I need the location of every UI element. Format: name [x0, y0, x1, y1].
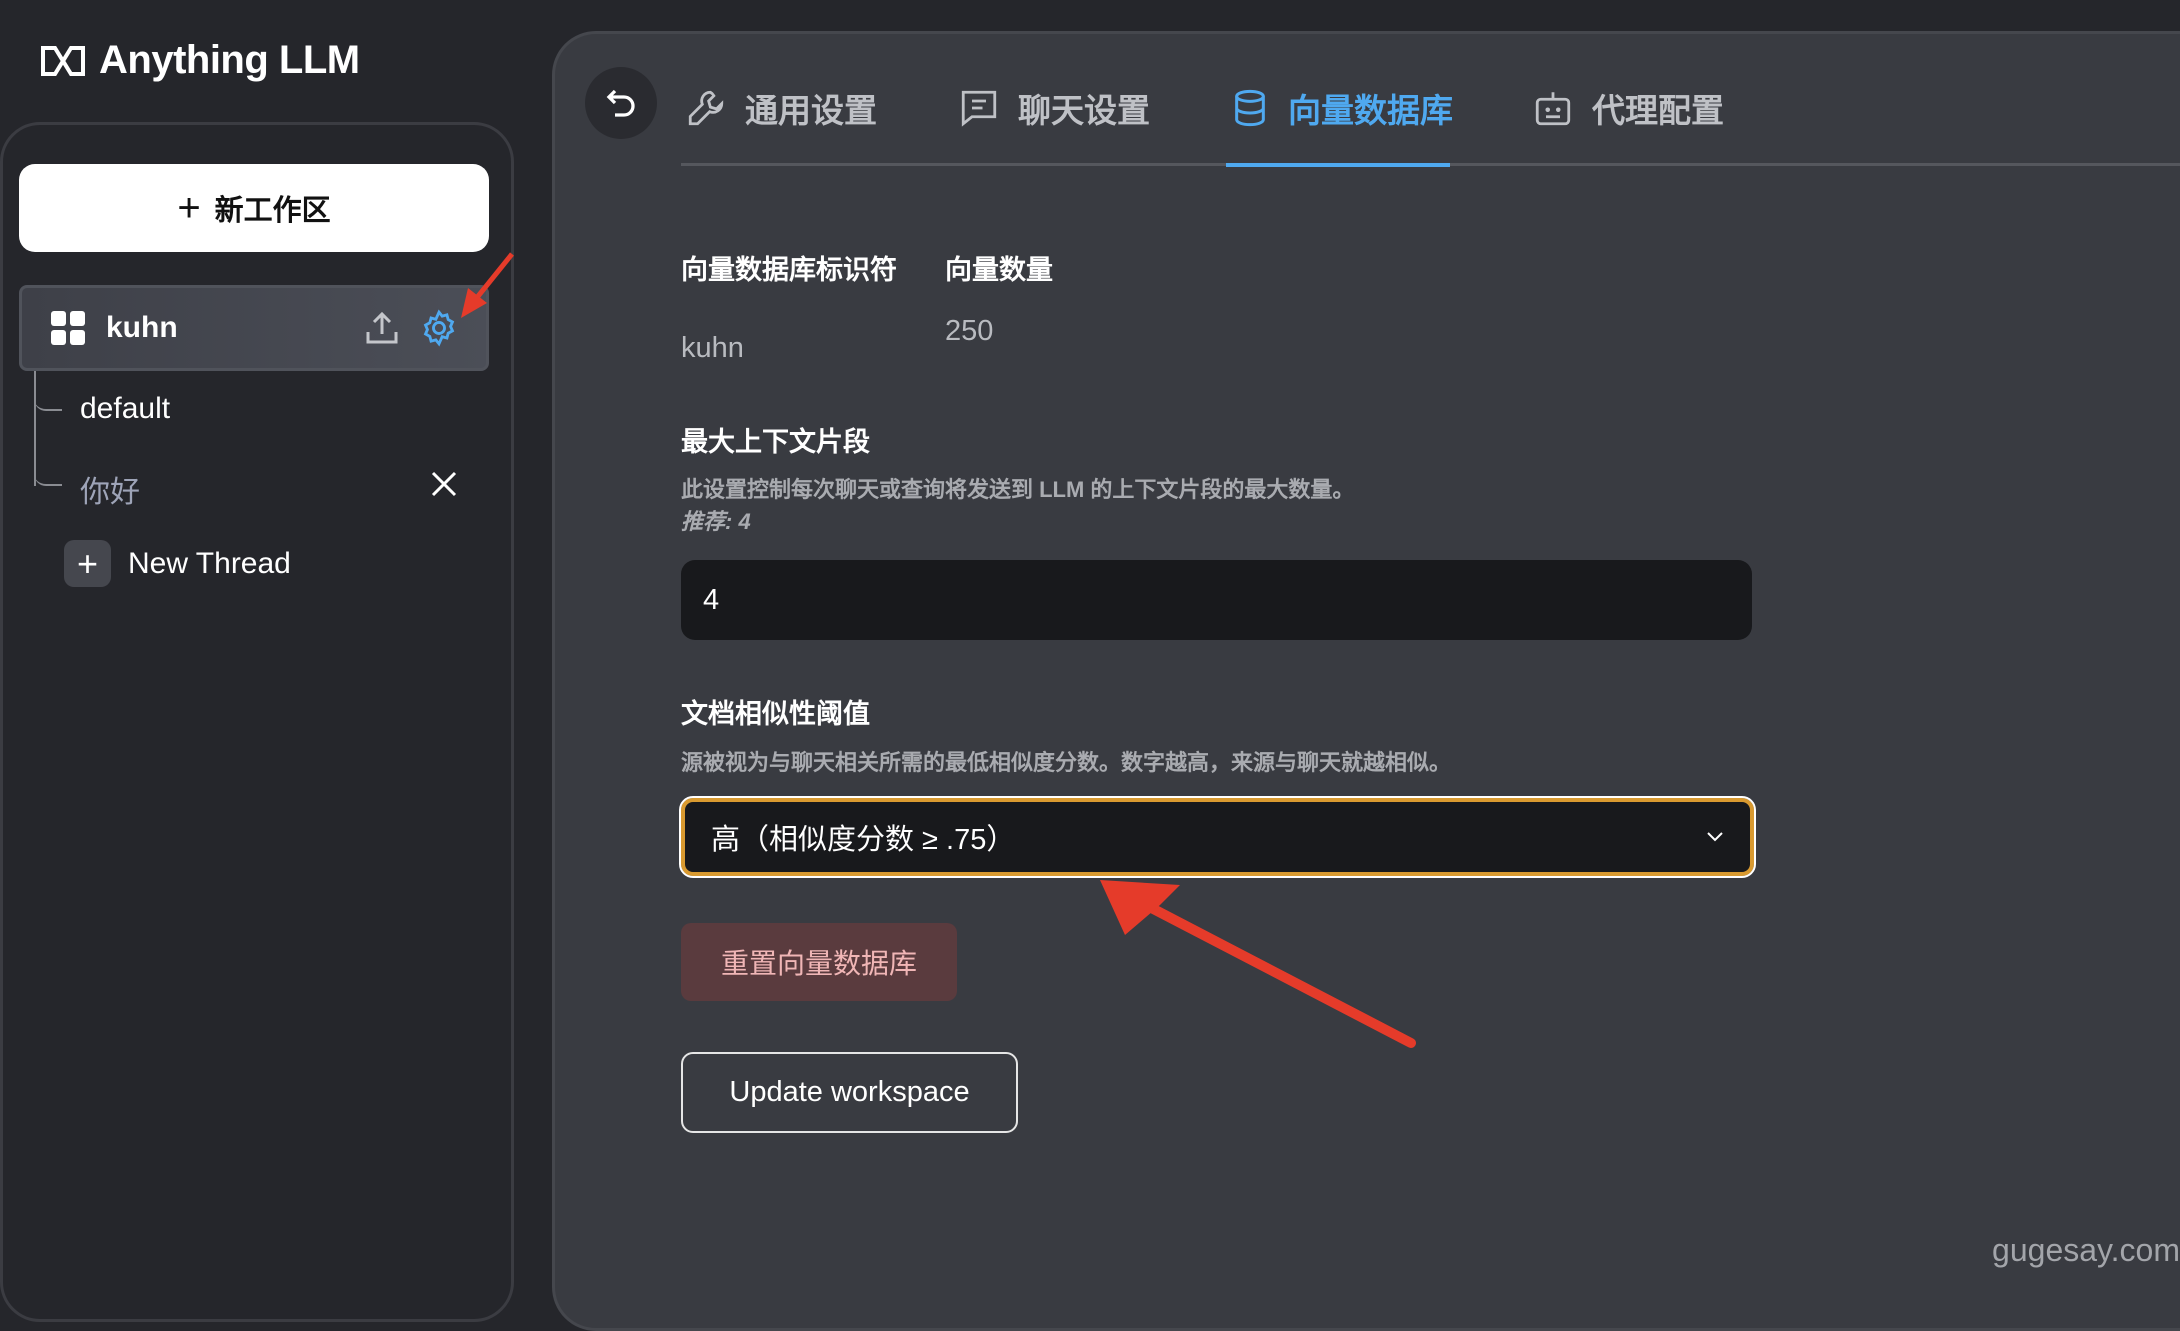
similarity-threshold-select[interactable]: 高（相似度分数 ≥ .75）: [679, 796, 1756, 878]
grid-icon: [51, 311, 85, 345]
logo-icon: [41, 45, 85, 76]
plus-icon: +: [177, 185, 201, 230]
new-thread-plus-icon[interactable]: +: [64, 540, 111, 587]
close-icon[interactable]: [430, 470, 458, 498]
upload-icon[interactable]: [364, 310, 400, 346]
active-tab-indicator: [1226, 163, 1450, 167]
identifier-label: 向量数据库标识符: [681, 255, 897, 285]
watermark: gugesay.com: [1992, 1232, 2180, 1268]
tab-label: 代理配置: [1592, 92, 1724, 129]
workspace-name: kuhn: [106, 311, 178, 344]
new-workspace-label: 新工作区: [214, 195, 331, 227]
similarity-threshold-label: 文档相似性阈值: [681, 699, 870, 729]
similarity-threshold-description: 源被视为与聊天相关所需的最低相似度分数。数字越高，来源与聊天就越相似。: [681, 750, 1452, 775]
identifier-value: kuhn: [681, 332, 744, 364]
new-thread-button[interactable]: New Thread: [128, 547, 291, 581]
tab-general-settings[interactable]: 通用设置: [685, 84, 877, 132]
tab-chat-settings[interactable]: 聊天设置: [958, 84, 1150, 132]
wrench-icon: [688, 90, 724, 126]
tab-agent-config[interactable]: 代理配置: [1532, 84, 1724, 132]
max-context-label: 最大上下文片段: [681, 427, 870, 457]
gear-icon[interactable]: [420, 309, 458, 347]
thread-default[interactable]: default: [80, 392, 170, 426]
thread-nihao[interactable]: 你好: [80, 467, 140, 511]
logo-text: Anything LLM: [99, 38, 360, 82]
tab-label: 聊天设置: [1018, 92, 1150, 129]
database-icon: [1235, 89, 1265, 127]
chat-icon: [961, 90, 997, 127]
chevron-down-icon: [1707, 832, 1723, 842]
thread-tree-line: [34, 371, 64, 486]
max-context-input[interactable]: 4: [681, 560, 1752, 640]
update-workspace-button[interactable]: Update workspace: [681, 1052, 1018, 1133]
tab-label: 通用设置: [745, 92, 877, 129]
reset-vector-db-button[interactable]: 重置向量数据库: [681, 923, 957, 1001]
selected-option: 高（相似度分数 ≥ .75）: [711, 824, 1016, 856]
workspace-item-kuhn[interactable]: kuhn: [19, 285, 489, 371]
vector-count-label: 向量数量: [945, 255, 1053, 285]
max-context-hint: 推荐: 4: [681, 509, 751, 534]
app-logo: Anything LLM: [39, 38, 360, 83]
new-workspace-button[interactable]: + 新工作区: [19, 164, 489, 252]
back-arrow-icon: [606, 89, 635, 117]
tab-vector-database[interactable]: 向量数据库: [1230, 84, 1453, 132]
back-button[interactable]: [585, 67, 657, 139]
vector-count-value: 250: [945, 315, 994, 347]
robot-icon: [1535, 92, 1571, 126]
tab-label: 向量数据库: [1288, 92, 1453, 129]
workspace-settings-panel: [552, 31, 2180, 1331]
max-context-description: 此设置控制每次聊天或查询将发送到 LLM 的上下文片段的最大数量。: [681, 477, 1355, 502]
